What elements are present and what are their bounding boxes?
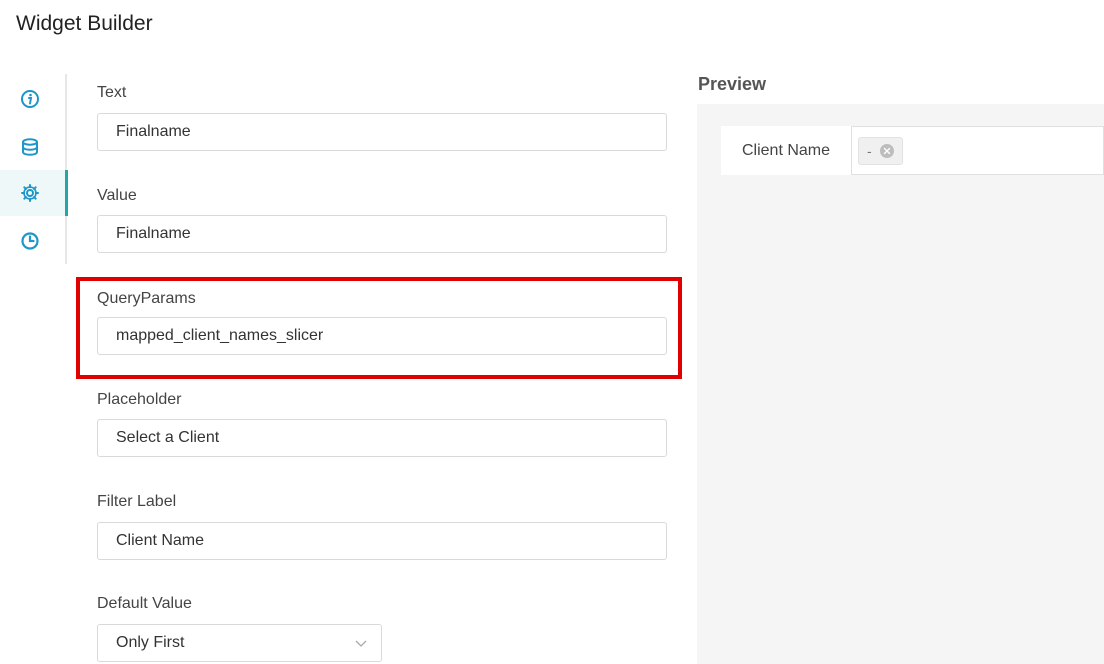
rail-item-history[interactable]: [0, 218, 68, 264]
text-input[interactable]: [97, 113, 667, 151]
tag-text: -: [867, 143, 872, 159]
side-rail: [0, 74, 68, 264]
active-indicator: [65, 170, 68, 216]
selected-tag: -: [858, 137, 903, 165]
info-icon: [21, 90, 39, 108]
queryparams-label: QueryParams: [97, 290, 196, 307]
rail-item-info[interactable]: [0, 76, 68, 122]
rail-item-database[interactable]: [0, 124, 68, 170]
preview-client-select[interactable]: -: [852, 126, 1104, 175]
preview-filter-label: Client Name: [721, 126, 852, 175]
value-input[interactable]: [97, 215, 667, 253]
tag-remove-button[interactable]: [879, 144, 894, 158]
default-value-select[interactable]: Only First: [97, 624, 382, 662]
filter-label-input[interactable]: [97, 522, 667, 560]
database-icon: [22, 138, 38, 156]
default-value-selected: Only First: [116, 634, 185, 651]
queryparams-input[interactable]: [97, 317, 667, 355]
clock-icon: [21, 232, 39, 250]
rail-item-settings[interactable]: [0, 170, 68, 216]
page-title: Widget Builder: [16, 12, 153, 35]
gear-icon: [21, 184, 39, 202]
text-label: Text: [97, 84, 127, 101]
default-value-label: Default Value: [97, 595, 192, 612]
close-icon: [883, 147, 890, 155]
preview-title: Preview: [698, 74, 767, 94]
value-label: Value: [97, 187, 137, 204]
placeholder-label: Placeholder: [97, 391, 182, 408]
chevron-down-icon: [355, 640, 367, 647]
placeholder-input[interactable]: [97, 419, 667, 457]
filter-label-label: Filter Label: [97, 493, 177, 510]
preview-pane: [697, 104, 1104, 664]
